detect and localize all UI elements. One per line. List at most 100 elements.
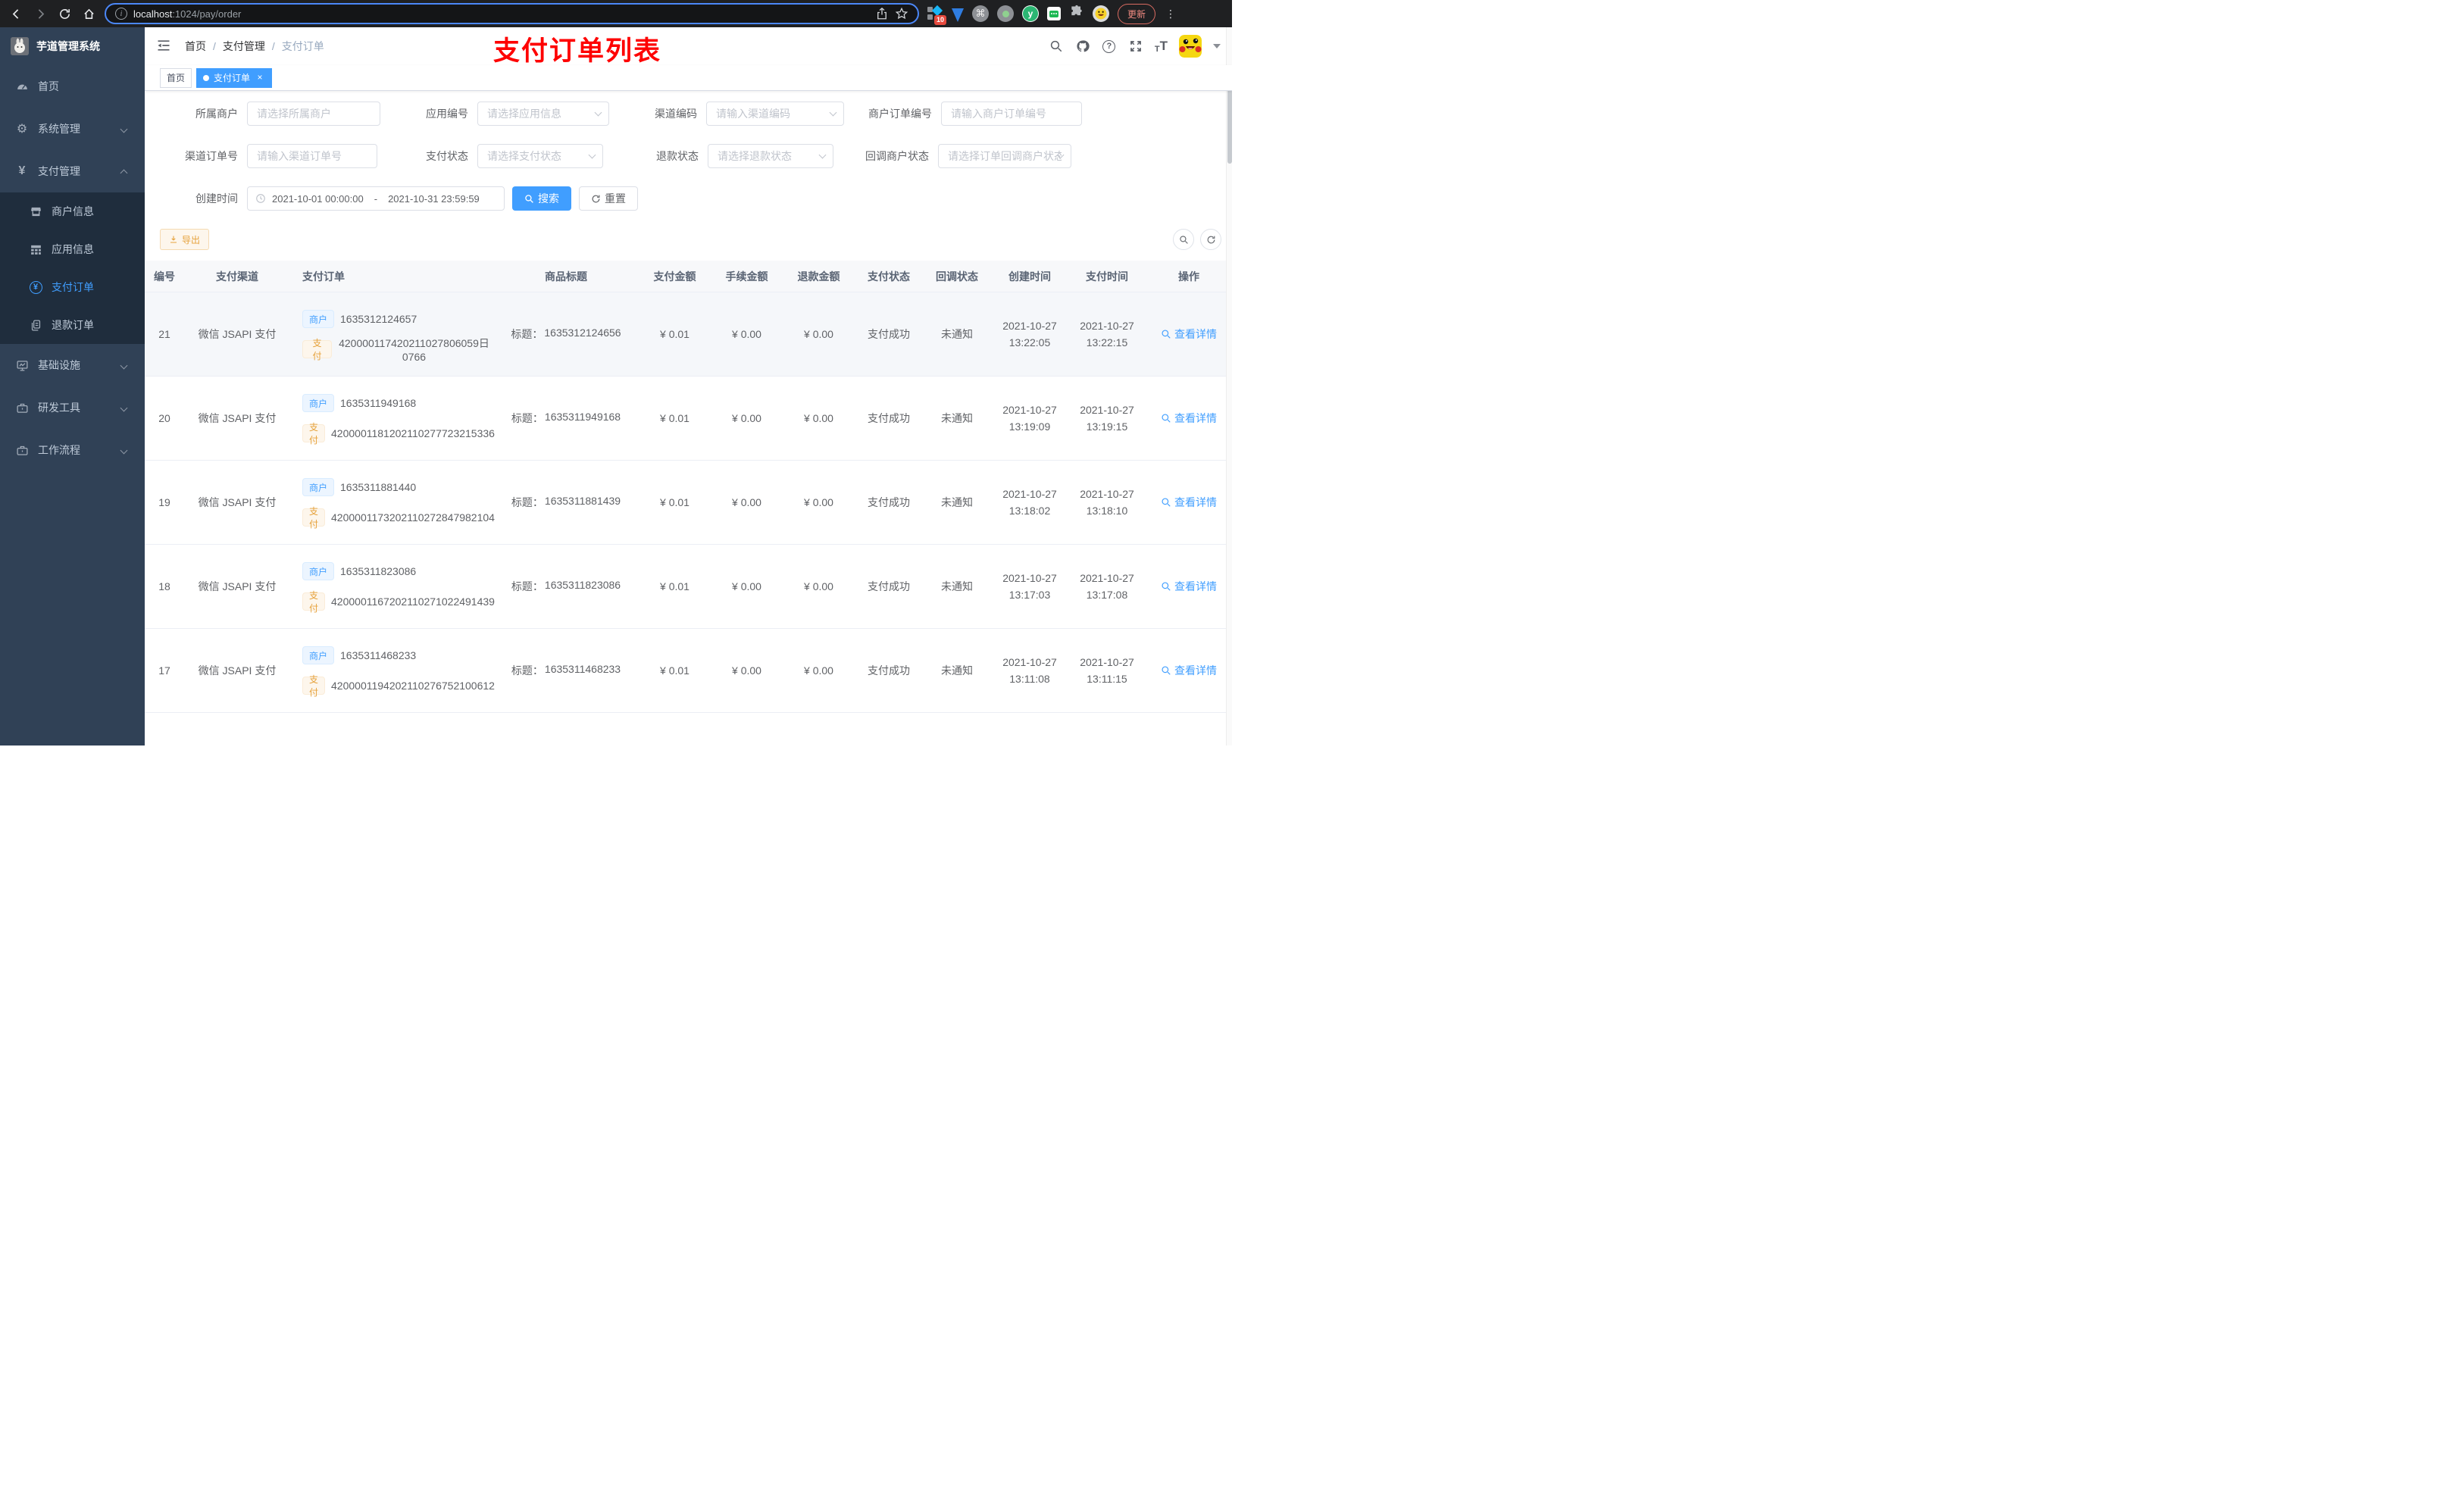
sidebar-item-app-info[interactable]: 应用信息 [0, 230, 145, 268]
shop-icon [29, 205, 42, 218]
date-range-input[interactable]: 2021-10-01 00:00:00 - 2021-10-31 23:59:5… [247, 186, 505, 211]
reload-icon[interactable] [56, 5, 73, 22]
puzzle-extensions-icon[interactable] [1069, 5, 1084, 23]
back-icon[interactable] [8, 5, 24, 22]
sidebar-item-refund-order[interactable]: 退款订单 [0, 306, 145, 344]
extensions-row: 10 ⌘ y 更新 ⋮ [927, 3, 1177, 25]
channel-code-select[interactable] [706, 102, 844, 126]
caret-down-icon[interactable] [1213, 44, 1221, 48]
merchant-input[interactable] [247, 102, 380, 126]
payment-submenu: 商户信息 应用信息 ¥ 支付订单 退款订单 [0, 192, 145, 344]
notify-status-label: 回调商户状态 [865, 150, 929, 162]
address-bar[interactable]: i localhost:1024/pay/order [105, 3, 919, 24]
yen-icon: ¥ [18, 164, 26, 177]
command-extension-icon[interactable]: ⌘ [972, 5, 989, 22]
search-icon [1162, 330, 1171, 339]
sketch-extension-icon[interactable] [952, 8, 964, 22]
view-detail-link[interactable]: 查看详情 [1161, 579, 1217, 594]
gear-icon: ⚙ [16, 123, 28, 136]
refund-status-select[interactable] [708, 144, 833, 168]
share-icon[interactable] [875, 7, 889, 20]
page-annotation: 支付订单列表 [493, 36, 662, 66]
grid-icon [29, 242, 42, 256]
sidebar-item-system[interactable]: ⚙ 系统管理 [0, 108, 145, 150]
url-text: localhost:1024/pay/order [133, 8, 242, 20]
close-icon[interactable]: × [255, 72, 265, 83]
reset-button[interactable]: 重置 [579, 186, 638, 211]
merchant-order-no-input[interactable] [941, 102, 1082, 126]
merchant-tag: 商户 [302, 310, 335, 328]
sidebar-item-infra[interactable]: 基础设施 [0, 344, 145, 386]
sidebar-item-pay-order[interactable]: ¥ 支付订单 [0, 268, 145, 306]
table-row: 19 微信 JSAPI 支付 商户 1635311881440 支付 4200001… [145, 461, 1232, 545]
table-tools [1173, 229, 1221, 250]
yen-circle-icon: ¥ [29, 280, 42, 294]
date-end: 2021-10-31 23:59:59 [388, 192, 480, 205]
navbar: 首页 / 支付管理 / 支付订单 支付订单列表 ? T T [145, 27, 1232, 66]
pay-status-select[interactable] [477, 144, 603, 168]
merchant-tag: 商户 [302, 478, 335, 496]
dashboard-icon [15, 80, 29, 93]
pay-tag: 支付 [302, 422, 326, 445]
browser-update-button[interactable]: 更新 [1118, 3, 1156, 24]
channel-order-no-input[interactable] [247, 144, 377, 168]
forward-icon[interactable] [32, 5, 48, 22]
view-detail-link[interactable]: 查看详情 [1161, 495, 1217, 510]
toggle-search-icon[interactable] [1173, 229, 1194, 250]
active-dot [203, 74, 210, 81]
briefcase-icon [15, 401, 29, 414]
sidebar-item-merchant-info[interactable]: 商户信息 [0, 192, 145, 230]
search-icon [1162, 498, 1171, 507]
app-select[interactable] [477, 102, 609, 126]
notify-status-select[interactable] [938, 144, 1071, 168]
chat-extension-icon[interactable] [1047, 7, 1061, 20]
emoji-extension-icon[interactable] [1093, 5, 1109, 22]
date-separator: - [374, 192, 378, 205]
main-area: 首页 / 支付管理 / 支付订单 支付订单列表 ? T T 首页 支付订单 × … [145, 27, 1232, 746]
help-icon[interactable]: ? [1102, 39, 1117, 54]
search-icon[interactable] [1049, 39, 1064, 54]
tag-home[interactable]: 首页 [160, 67, 192, 88]
view-detail-link[interactable]: 查看详情 [1161, 663, 1217, 678]
font-size-icon[interactable]: TT [1155, 39, 1168, 54]
fullscreen-icon[interactable] [1128, 39, 1143, 54]
bookmark-star-icon[interactable] [895, 7, 908, 20]
search-icon [1162, 582, 1171, 591]
sidebar-item-workflow[interactable]: 工作流程 [0, 429, 145, 471]
view-detail-link[interactable]: 查看详情 [1161, 411, 1217, 426]
table-row: 21 微信 JSAPI 支付 商户 1635312124657 支付 4200001… [145, 292, 1232, 377]
monitor-chart-icon [15, 358, 29, 372]
recorder-extension-icon[interactable] [997, 5, 1014, 22]
search-button[interactable]: 搜索 [512, 186, 571, 211]
merchant-order-no-label: 商户订单编号 [868, 108, 932, 120]
refresh-table-icon[interactable] [1200, 229, 1221, 250]
briefcase-icon [15, 443, 29, 457]
breadcrumb-home[interactable]: 首页 [185, 39, 206, 54]
sidebar-toggle-icon[interactable] [156, 38, 173, 55]
github-icon[interactable] [1075, 39, 1090, 54]
filter-row-3: 创建时间 2021-10-01 00:00:00 - 2021-10-31 23… [160, 186, 1232, 211]
sidebar-item-home[interactable]: 首页 [0, 65, 145, 108]
table-toolbar: 导出 [160, 229, 1232, 250]
table-row: 18 微信 JSAPI 支付 商户 1635311823086 支付 4200001… [145, 545, 1232, 629]
export-button[interactable]: 导出 [160, 229, 210, 250]
clock-icon [256, 194, 265, 203]
create-time-label: 创建时间 [195, 192, 238, 205]
home-icon[interactable] [80, 5, 97, 22]
breadcrumb-pay-management[interactable]: 支付管理 [223, 39, 265, 54]
view-detail-link[interactable]: 查看详情 [1161, 327, 1217, 342]
tab-manager-extension-icon[interactable]: 10 [927, 5, 946, 25]
merchant-label: 所属商户 [195, 108, 238, 120]
table-row: 商户1635311251726 [145, 713, 1232, 746]
table-row: 20 微信 JSAPI 支付 商户 1635311949168 支付 4200001… [145, 377, 1232, 461]
site-info-icon[interactable]: i [115, 8, 127, 20]
search-icon [1162, 414, 1171, 423]
sidebar-item-payment[interactable]: ¥ 支付管理 [0, 150, 145, 192]
refund-status-label: 退款状态 [656, 150, 699, 162]
scrollbar-track[interactable] [1226, 27, 1232, 746]
tag-pay-order[interactable]: 支付订单 × [196, 67, 273, 88]
sidebar-item-devtools[interactable]: 研发工具 [0, 386, 145, 429]
avatar[interactable] [1179, 35, 1202, 58]
y-extension-icon[interactable]: y [1022, 5, 1039, 22]
browser-menu-icon[interactable]: ⋮ [1164, 8, 1177, 20]
